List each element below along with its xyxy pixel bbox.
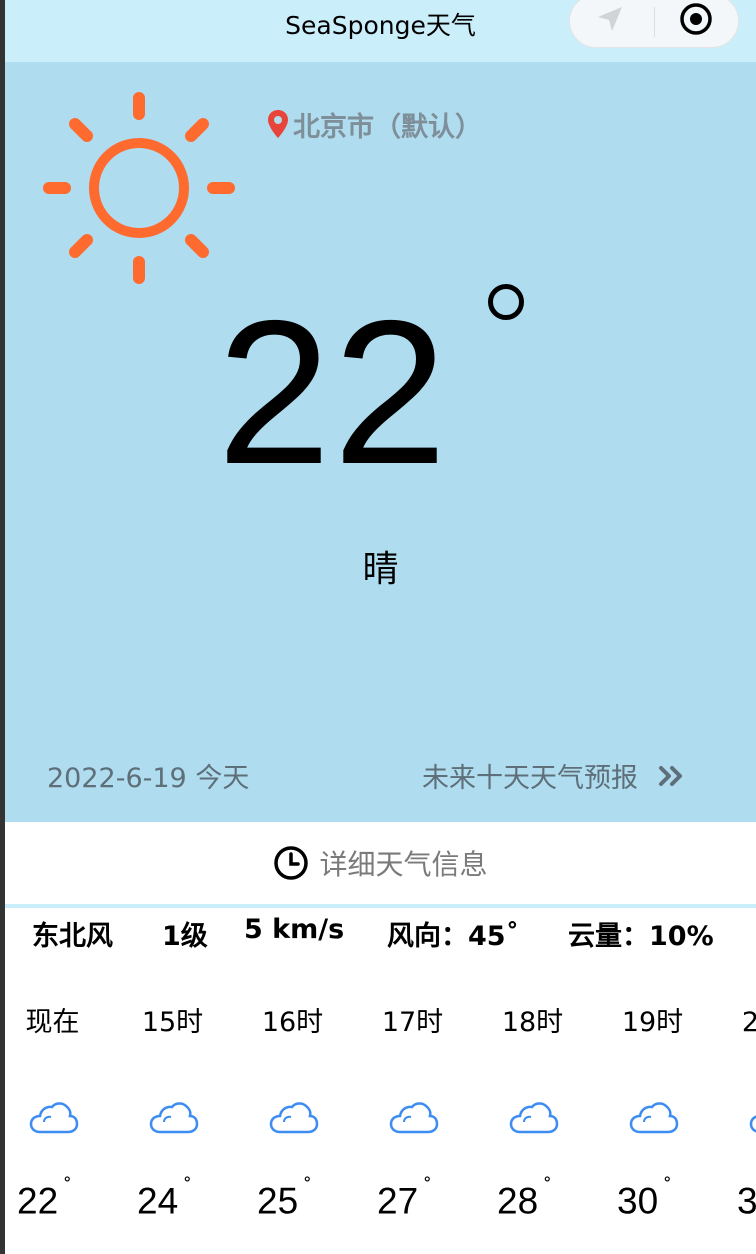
hourly-forecast[interactable]: 现在 22 ˚ 15时 24 ˚ 16时 25 ˚ 17时 27 ˚ 18时 2…	[5, 990, 756, 1254]
hour-label: 16时	[261, 1007, 324, 1038]
target-icon	[680, 3, 712, 35]
hour-item: 20时 31˚	[725, 990, 756, 1254]
cloud-icon	[29, 1102, 79, 1134]
cloud-icon	[269, 1102, 319, 1134]
ten-day-forecast-link[interactable]: 未来十天天气预报	[422, 756, 684, 795]
detail-section-title: 详细天气信息	[319, 848, 488, 881]
hour-label: 现在	[25, 1007, 80, 1038]
hour-temperature: 25 ˚	[257, 1174, 312, 1222]
wind-direction: 东北风	[32, 921, 113, 952]
mini-program-capsule	[569, 0, 739, 48]
wind-angle: 风向：45˚	[387, 921, 520, 952]
hour-label: 18时	[501, 1007, 564, 1038]
location-label[interactable]: 北京市（默认）	[267, 106, 482, 143]
hour-label: 19时	[621, 1007, 684, 1038]
hour-temperature: 28 ˚	[497, 1174, 552, 1222]
wind-level: 1级	[162, 921, 208, 952]
current-temperature: 22	[217, 278, 450, 507]
double-chevron-right-icon	[659, 765, 682, 786]
hour-item: 19时 30 ˚	[605, 990, 725, 1254]
location-text: 北京市（默认）	[293, 111, 482, 143]
hour-temperature: 22 ˚	[17, 1174, 72, 1222]
hour-temperature: 24 ˚	[137, 1174, 192, 1222]
hour-label: 15时	[141, 1007, 204, 1038]
hour-item: 现在 22 ˚	[5, 990, 125, 1254]
section-divider	[5, 904, 756, 908]
cloud-cover: 云量：10%	[568, 921, 714, 952]
current-weather-panel: 北京市（默认） 22 晴 2022-6-19 今天 未来十天天气预报	[5, 62, 756, 822]
forecast-link-label: 未来十天天气预报	[422, 763, 638, 794]
sun-icon	[43, 92, 235, 284]
cloud-icon	[389, 1102, 439, 1134]
hour-label: 20时	[741, 1007, 756, 1038]
location-arrow-button[interactable]	[590, 0, 630, 39]
cloud-icon	[149, 1102, 199, 1134]
hour-item: 15时 24 ˚	[125, 990, 245, 1254]
close-target-button[interactable]	[676, 0, 716, 39]
hour-temperature: 30 ˚	[617, 1174, 672, 1222]
capsule-divider	[654, 7, 655, 37]
current-date: 2022-6-19 今天	[47, 763, 250, 794]
degree-symbol	[488, 284, 524, 320]
cloud-icon	[509, 1102, 559, 1134]
detail-section-header: 详细天气信息	[5, 822, 756, 904]
cloud-icon	[629, 1102, 679, 1134]
location-arrow-icon	[598, 7, 622, 31]
navigation-bar: SeaSponge天气	[5, 0, 756, 62]
wind-speed: 5 km/s	[244, 914, 345, 945]
hour-item: 17时 27 ˚	[365, 990, 485, 1254]
map-pin-icon	[268, 110, 288, 138]
weather-condition: 晴	[362, 549, 399, 590]
cloud-icon	[749, 1115, 756, 1133]
hour-item: 16时 25 ˚	[245, 990, 365, 1254]
hour-item: 18时 28 ˚	[485, 990, 605, 1254]
hour-temperature: 31˚	[737, 1180, 756, 1222]
clock-icon	[274, 846, 309, 880]
hour-label: 17时	[381, 1007, 444, 1038]
hour-temperature: 27 ˚	[377, 1174, 432, 1222]
